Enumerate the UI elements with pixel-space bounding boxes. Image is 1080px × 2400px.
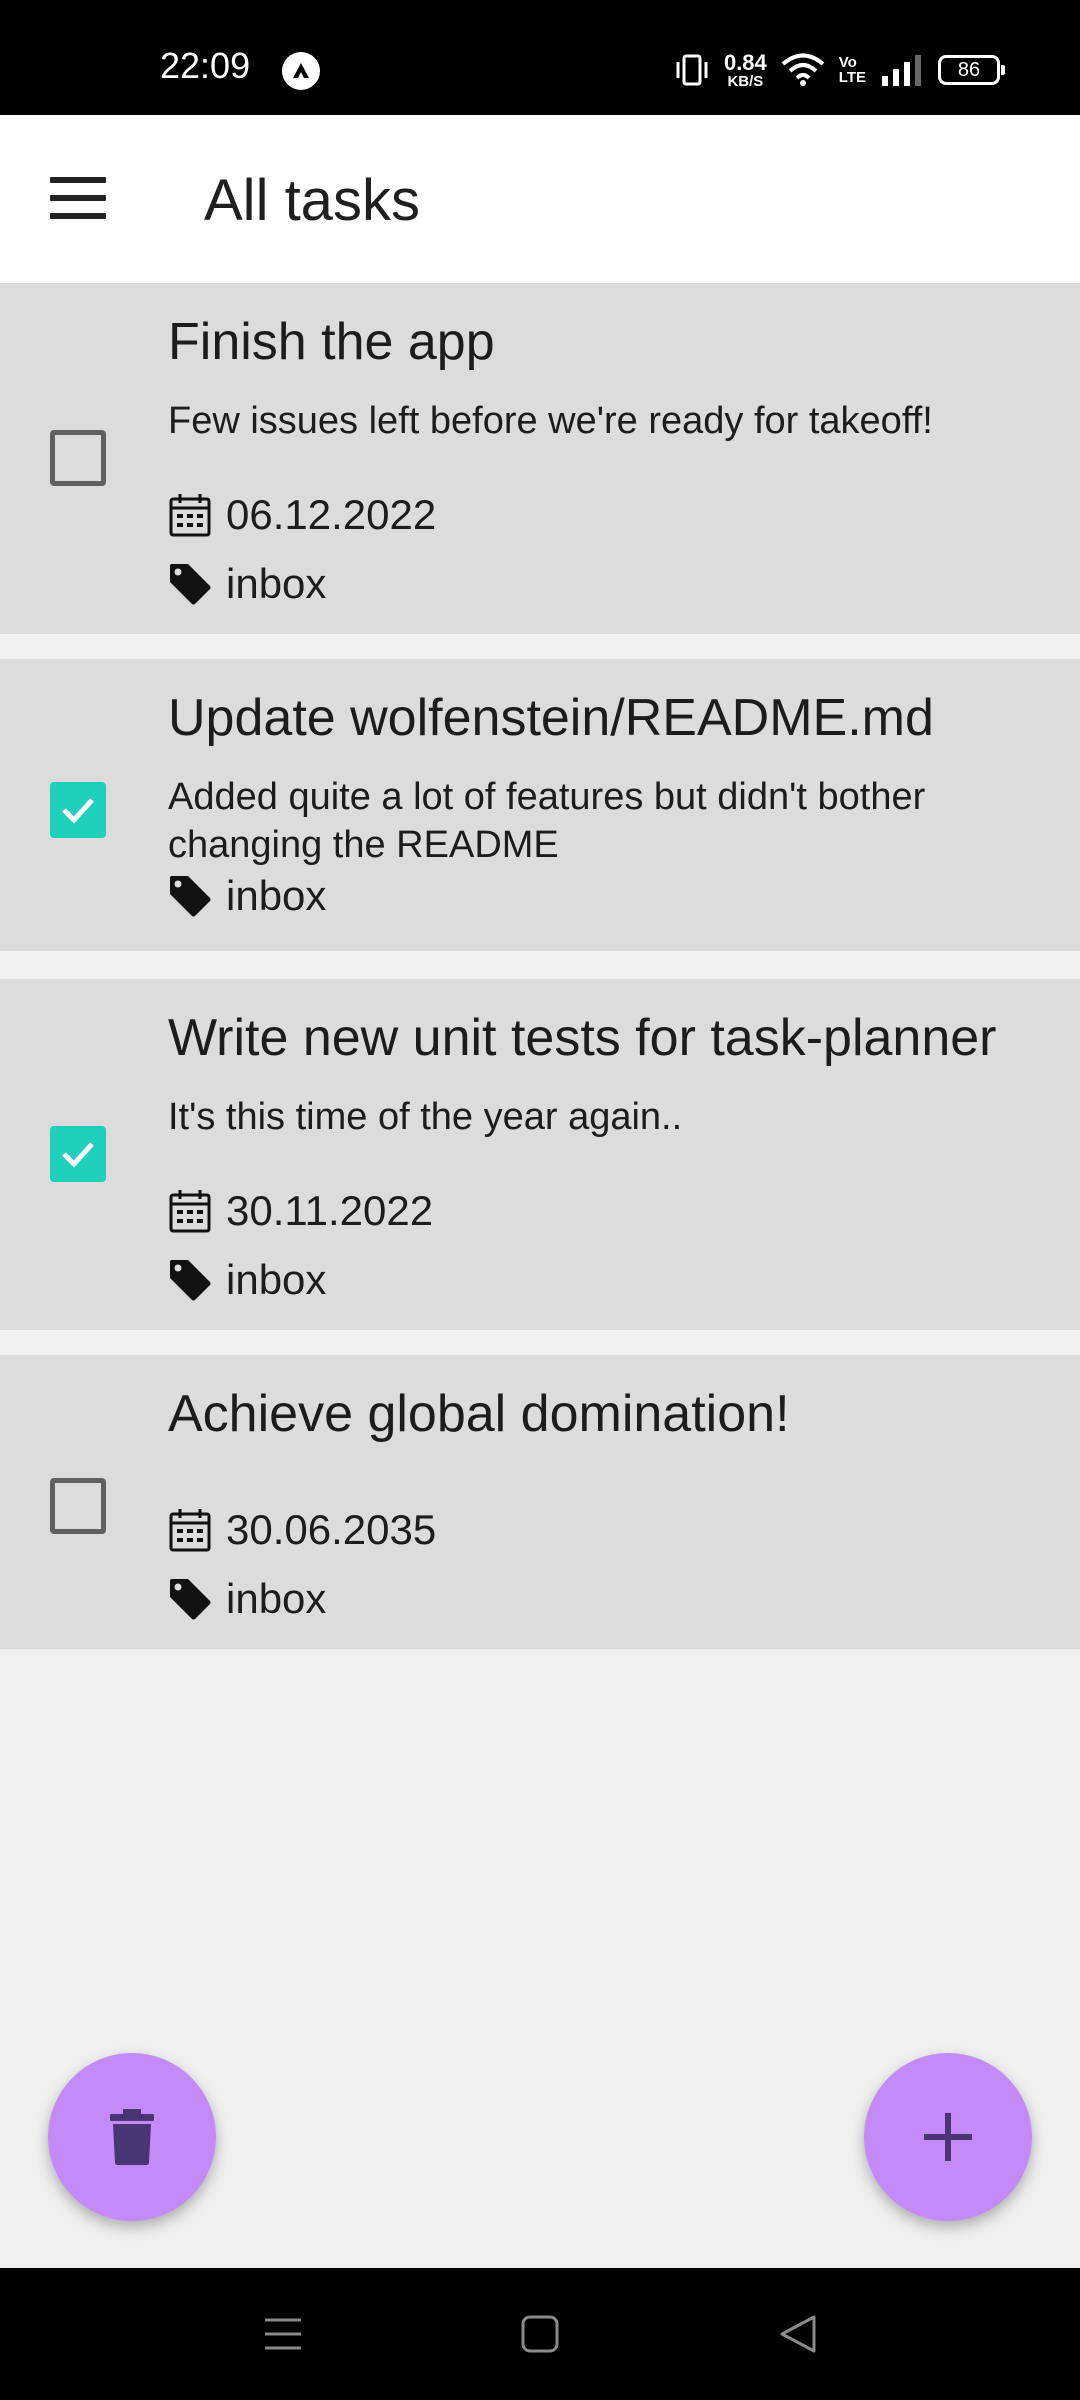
app-bar: All tasks	[0, 115, 1080, 283]
battery-icon: 86	[938, 55, 1005, 85]
task-tag: inbox	[168, 559, 326, 609]
calendar-icon	[169, 1509, 211, 1552]
volte-top: Vo	[838, 54, 857, 71]
battery-level: 86	[957, 58, 981, 81]
task-tag-text: inbox	[226, 872, 327, 919]
wifi-icon	[781, 53, 825, 86]
back-icon[interactable]	[778, 2314, 818, 2354]
recents-icon[interactable]	[263, 2314, 303, 2354]
task-tag: inbox	[168, 1255, 326, 1305]
task-due-date: 30.06.2035	[168, 1505, 436, 1555]
home-icon[interactable]	[520, 2314, 560, 2354]
task-tag: inbox	[168, 871, 326, 921]
task-due-date: 30.11.2022	[168, 1186, 433, 1236]
vibrate-icon	[676, 54, 708, 86]
net-speed-unit: KB/S	[727, 72, 764, 90]
status-bar: 22:09 0.84 KB/S Vo LTE 86	[0, 0, 1080, 115]
status-time: 22:09	[160, 45, 251, 86]
task-item[interactable]: Write new unit tests for task-planner It…	[0, 979, 1080, 1330]
task-tag-text: inbox	[226, 560, 327, 607]
task-title: Update wolfenstein/README.md	[168, 689, 934, 747]
task-checkbox[interactable]	[50, 1478, 106, 1534]
calendar-icon	[169, 494, 211, 537]
system-nav-bar	[0, 2268, 1080, 2400]
task-date-text: 30.06.2035	[226, 1506, 437, 1553]
signal-icon	[882, 55, 921, 86]
status-icons: 0.84 KB/S Vo LTE 86	[674, 48, 1005, 92]
tag-icon	[170, 1579, 211, 1620]
check-icon	[62, 1142, 94, 1168]
task-item[interactable]: Achieve global domination! 30.06.2035 in…	[0, 1355, 1080, 1649]
volte-indicator: Vo LTE	[839, 55, 866, 85]
task-date-text: 06.12.2022	[226, 491, 437, 538]
hamburger-menu-icon[interactable]	[50, 177, 106, 219]
tag-icon	[170, 876, 211, 917]
tag-icon	[170, 564, 211, 605]
task-tag-text: inbox	[226, 1256, 327, 1303]
tag-icon	[170, 1260, 211, 1301]
task-title: Finish the app	[168, 313, 495, 371]
task-due-date: 06.12.2022	[168, 490, 436, 540]
task-title: Write new unit tests for task-planner	[168, 1009, 997, 1067]
plus-icon	[924, 2113, 972, 2161]
task-description: It's this time of the year again..	[168, 1096, 683, 1138]
task-checkbox[interactable]	[50, 782, 106, 838]
add-task-button[interactable]	[864, 2053, 1032, 2221]
page-title: All tasks	[204, 168, 420, 233]
volte-bottom: LTE	[838, 69, 866, 86]
task-item[interactable]: Update wolfenstein/README.md Added quite…	[0, 659, 1080, 951]
app-notification-icon	[282, 52, 320, 90]
trash-icon	[110, 2109, 154, 2165]
calendar-icon	[169, 1190, 211, 1233]
delete-button[interactable]	[48, 2053, 216, 2221]
task-checkbox[interactable]	[50, 1126, 106, 1182]
task-tag-text: inbox	[226, 1575, 327, 1622]
net-speed: 0.84 KB/S	[723, 49, 767, 90]
task-description: Added quite a lot of features but didn't…	[168, 776, 926, 866]
task-title: Achieve global domination!	[168, 1385, 790, 1443]
net-speed-value: 0.84	[723, 49, 767, 75]
check-icon	[62, 798, 94, 824]
task-description: Few issues left before we're ready for t…	[168, 400, 933, 442]
task-tag: inbox	[168, 1574, 326, 1624]
task-date-text: 30.11.2022	[226, 1187, 434, 1234]
task-item[interactable]: Finish the app Few issues left before we…	[0, 283, 1080, 634]
task-checkbox[interactable]	[50, 430, 106, 486]
